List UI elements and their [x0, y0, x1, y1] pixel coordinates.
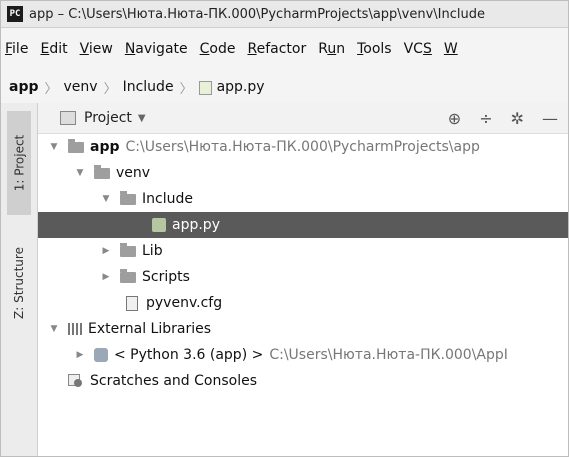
- python-file-icon: [198, 81, 212, 95]
- folder-icon: [120, 242, 136, 257]
- tree-item-label: Scratches and Consoles: [90, 373, 257, 389]
- config-file-icon: [126, 295, 138, 311]
- breadcrumb: app 〉 venv 〉 Include 〉 app.py: [1, 75, 265, 99]
- menu-refactor[interactable]: Refactor: [247, 41, 306, 57]
- tree-item-venv[interactable]: ▼ venv: [38, 160, 568, 186]
- tree-item-label: pyvenv.cfg: [146, 295, 223, 311]
- tree-item-label: app.py: [172, 217, 220, 233]
- expanded-arrow-icon[interactable]: ▼: [48, 324, 60, 334]
- expanded-arrow-icon[interactable]: ▼: [74, 168, 86, 178]
- project-view-icon: [60, 111, 76, 125]
- minimize-icon[interactable]: —: [542, 109, 558, 128]
- menu-code[interactable]: Code: [200, 41, 236, 57]
- tree-item-pyvenv-cfg[interactable]: pyvenv.cfg: [38, 290, 568, 316]
- tree-item-scripts[interactable]: ▶ Scripts: [38, 264, 568, 290]
- gear-icon[interactable]: ✲: [511, 109, 524, 128]
- tree-item-label: app: [90, 139, 120, 155]
- tree-item-label: Scripts: [142, 269, 190, 285]
- tree-item-label: Include: [142, 191, 193, 207]
- project-panel-header: Project ▼ ⊕ ÷ ✲ —: [38, 103, 568, 134]
- tree-item-external-libraries[interactable]: ▼ External Libraries: [38, 316, 568, 342]
- python-sdk-icon: [94, 348, 108, 362]
- tree-item-include[interactable]: ▼ Include: [38, 186, 568, 212]
- project-tree: ▼ app C:\Users\Нюта.Нюта-ПК.000\PycharmP…: [38, 134, 568, 394]
- pycharm-logo-icon: PC: [7, 6, 23, 22]
- collapsed-arrow-icon[interactable]: ▶: [100, 272, 112, 282]
- ide-window: PC app – C:\Users\Нюта.Нюта-ПК.000\Pycha…: [0, 0, 569, 457]
- breadcrumb-include[interactable]: Include: [123, 79, 174, 95]
- tool-window-strip: 1: Project Z: Structure: [1, 103, 38, 456]
- collapsed-arrow-icon[interactable]: ▶: [100, 246, 112, 256]
- folder-icon: [120, 190, 136, 205]
- tab-structure[interactable]: Z: Structure: [7, 233, 31, 333]
- tab-project[interactable]: 1: Project: [7, 111, 31, 215]
- menu-run[interactable]: Run: [318, 41, 345, 57]
- expanded-arrow-icon[interactable]: ▼: [48, 142, 60, 152]
- menu-edit[interactable]: Edit: [40, 41, 67, 57]
- folder-icon: [94, 164, 110, 179]
- expanded-arrow-icon[interactable]: ▼: [100, 194, 112, 204]
- menu-navigate[interactable]: Navigate: [125, 41, 188, 57]
- libraries-icon: [68, 323, 82, 335]
- menu-tools[interactable]: Tools: [357, 41, 392, 57]
- window-title: app – C:\Users\Нюта.Нюта-ПК.000\PycharmP…: [29, 6, 485, 22]
- breadcrumb-app-py[interactable]: app.py: [217, 79, 265, 95]
- tree-item-python-sdk[interactable]: ▶ < Python 3.6 (app) > C:\Users\Нюта.Нют…: [38, 342, 568, 368]
- python-file-icon: [152, 218, 166, 232]
- menu-vcs[interactable]: VCS: [404, 41, 432, 57]
- breadcrumb-app[interactable]: app: [9, 79, 39, 95]
- breadcrumb-separator: 〉: [44, 81, 58, 97]
- tree-item-label: venv: [116, 165, 151, 181]
- collapsed-arrow-icon[interactable]: ▶: [74, 350, 86, 360]
- tab-structure-label: Z: Structure: [12, 247, 26, 319]
- tab-project-label: 1: Project: [12, 134, 26, 192]
- title-bar: PC app – C:\Users\Нюта.Нюта-ПК.000\Pycha…: [1, 1, 568, 28]
- tree-item-label: External Libraries: [88, 321, 211, 337]
- breadcrumb-separator: 〉: [103, 81, 117, 97]
- chevron-down-icon[interactable]: ▼: [138, 113, 146, 124]
- folder-icon: [120, 268, 136, 283]
- breadcrumb-separator: 〉: [179, 81, 193, 97]
- tree-item-path: C:\Users\Нюта.Нюта-ПК.000\AppI: [269, 347, 508, 363]
- project-panel: Project ▼ ⊕ ÷ ✲ — ▼ app C:\Users\Нюта.Ню…: [38, 103, 568, 456]
- folder-icon: [68, 138, 84, 153]
- tree-item-label: < Python 3.6 (app) >: [114, 347, 264, 363]
- panel-toolbar: ⊕ ÷ ✲ —: [448, 103, 558, 133]
- breadcrumb-venv[interactable]: venv: [64, 79, 98, 95]
- scratches-icon: [68, 374, 84, 388]
- tree-item-lib[interactable]: ▶ Lib: [38, 238, 568, 264]
- collapse-icon[interactable]: ÷: [479, 109, 492, 128]
- menu-window[interactable]: W: [444, 41, 458, 57]
- tree-item-path: C:\Users\Нюта.Нюта-ПК.000\PycharmProject…: [125, 139, 480, 155]
- project-view-selector[interactable]: Project: [84, 110, 132, 126]
- tree-item-scratches[interactable]: Scratches and Consoles: [38, 368, 568, 394]
- tree-item-app-py[interactable]: app.py: [38, 212, 568, 238]
- target-icon[interactable]: ⊕: [448, 109, 461, 128]
- menu-file[interactable]: File: [5, 41, 28, 57]
- tree-item-app[interactable]: ▼ app C:\Users\Нюта.Нюта-ПК.000\PycharmP…: [38, 134, 568, 160]
- tree-item-label: Lib: [142, 243, 163, 259]
- menu-bar: File Edit View Navigate Code Refactor Ru…: [1, 37, 464, 61]
- menu-view[interactable]: View: [80, 41, 113, 57]
